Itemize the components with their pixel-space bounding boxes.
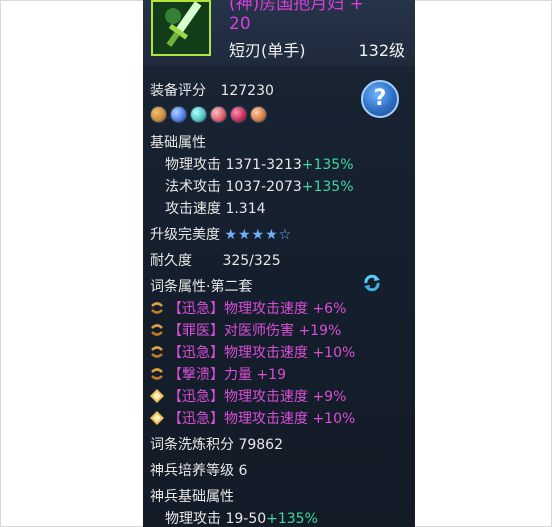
- basic-physical-attack: 物理攻击 1371-3213+135%: [165, 154, 354, 174]
- gem-icon[interactable]: [190, 106, 207, 123]
- refresh-icon[interactable]: [363, 274, 381, 292]
- basic-magic-attack: 法术攻击 1037-2073+135%: [165, 176, 354, 196]
- basic-magic-attack-label: 法术攻击: [165, 179, 221, 195]
- gem-icon[interactable]: [250, 106, 267, 123]
- item-name-line1: (神)房国抱月妇 +: [229, 0, 364, 14]
- gem-icon[interactable]: [230, 106, 247, 123]
- item-level: 132级: [358, 41, 405, 60]
- star-rating-icon: ★★★★☆: [224, 227, 293, 243]
- affix-text: 【迅急】物理攻击速度 +10%: [168, 411, 356, 427]
- equipment-score: 装备评分 127230: [150, 80, 274, 100]
- affix-text: 【迅急】物理攻击速度 +9%: [168, 389, 347, 405]
- basic-magic-attack-value: 1037-2073: [225, 179, 302, 195]
- gem-sockets: [150, 106, 267, 123]
- item-name: (神)房国抱月妇 + 20: [229, 0, 364, 34]
- help-button[interactable]: ?: [361, 80, 399, 118]
- cultivation-level-label: 神兵培养等级: [150, 463, 234, 479]
- affix-row: 【迅急】物理攻击速度 +9%: [150, 386, 346, 406]
- affix-row: 【迅急】物理攻击速度 +10%: [150, 408, 355, 428]
- gem-icon[interactable]: [150, 106, 167, 123]
- affix-swap-icon: [150, 345, 164, 359]
- equipment-score-value: 127230: [220, 83, 274, 99]
- affix-row: 【迅急】物理攻击速度 +6%: [150, 298, 346, 318]
- affix-swap-icon: [150, 301, 164, 315]
- basic-attack-speed-value: 1.314: [225, 201, 266, 217]
- shenbing-attributes-title: 神兵基础属性: [150, 489, 234, 505]
- equipment-score-label: 装备评分: [150, 83, 206, 99]
- cultivation-level: 神兵培养等级 6: [150, 460, 247, 480]
- affix-refine-score: 词条洗炼积分 79862: [150, 434, 283, 454]
- durability-label: 耐久度: [150, 253, 192, 269]
- shenbing-physical-attack: 物理攻击 19-50+135%: [165, 508, 318, 527]
- upgrade-perfection-label: 升级完美度: [150, 227, 220, 243]
- affix-swap-icon: [150, 367, 164, 381]
- basic-physical-attack-value: 1371-3213: [225, 157, 302, 173]
- dagger-icon[interactable]: [151, 0, 211, 56]
- upgrade-perfection: 升级完美度 ★★★★☆: [150, 224, 292, 244]
- cultivation-level-value: 6: [238, 463, 248, 479]
- affix-text: 【迅急】物理攻击速度 +6%: [168, 301, 347, 317]
- durability: 耐久度 325/325: [150, 250, 281, 270]
- basic-attributes-title: 基础属性: [150, 135, 206, 151]
- shenbing-physical-attack-label: 物理攻击: [165, 511, 221, 527]
- affix-swap-icon: [150, 323, 164, 337]
- basic-attack-speed: 攻击速度 1.314: [165, 198, 266, 218]
- item-type: 短刃(单手): [229, 41, 306, 60]
- shenbing-physical-attack-value: 19-50: [225, 511, 267, 527]
- affix-row: 【迅急】物理攻击速度 +10%: [150, 342, 355, 362]
- basic-attack-speed-label: 攻击速度: [165, 201, 221, 217]
- affix-refine-score-value: 79862: [238, 437, 283, 453]
- gem-icon[interactable]: [170, 106, 187, 123]
- affix-diamond-icon: [150, 389, 164, 403]
- item-tooltip-panel: (神)房国抱月妇 + 20 短刃(单手) 132级 装备评分 127230 ? …: [143, 0, 415, 527]
- affix-row: 【罪医】对医师伤害 +19%: [150, 320, 341, 340]
- affix-refine-score-label: 词条洗炼积分: [150, 437, 234, 453]
- durability-value: 325/325: [222, 253, 281, 269]
- basic-physical-attack-bonus: +135%: [301, 157, 354, 173]
- affix-text: 【迅急】物理攻击速度 +10%: [168, 345, 356, 361]
- shenbing-physical-attack-bonus: +135%: [266, 511, 318, 527]
- affix-text: 【罪医】对医师伤害 +19%: [168, 323, 342, 339]
- affix-row: 【撃溃】力量 +19: [150, 364, 286, 384]
- affix-set-title: 词条属性·第二套: [150, 279, 253, 295]
- gem-icon[interactable]: [210, 106, 227, 123]
- affix-diamond-icon: [150, 411, 164, 425]
- basic-physical-attack-label: 物理攻击: [165, 157, 221, 173]
- item-name-line2: 20: [229, 14, 251, 34]
- basic-magic-attack-bonus: +135%: [301, 179, 354, 195]
- affix-text: 【撃溃】力量 +19: [168, 367, 286, 383]
